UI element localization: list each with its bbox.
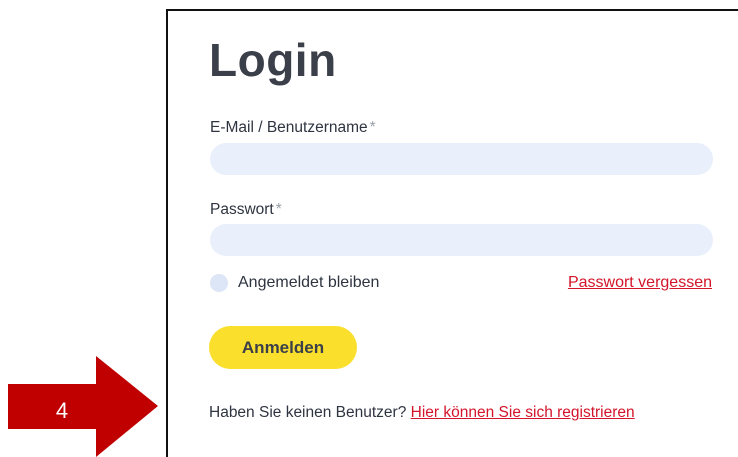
password-field[interactable] (210, 224, 713, 256)
email-label: E-Mail / Benutzername * (210, 119, 376, 137)
remember-me-option[interactable]: Angemeldet bleiben (210, 274, 379, 292)
register-prompt: Haben Sie keinen Benutzer? Hier können S… (209, 404, 635, 422)
register-link[interactable]: Hier können Sie sich registrieren (411, 404, 635, 421)
password-label-text: Passwort (210, 201, 274, 218)
email-field[interactable] (210, 143, 713, 175)
email-required-mark: * (369, 119, 376, 136)
password-label: Passwort * (210, 201, 282, 219)
login-screenshot-frame: Login E-Mail / Benutzername * Passwort * A… (166, 9, 738, 457)
remember-me-radio[interactable] (210, 274, 228, 292)
remember-me-label: Angemeldet bleiben (238, 274, 380, 291)
step-number: 4 (55, 398, 69, 423)
email-label-text: E-Mail / Benutzername (210, 119, 368, 136)
login-button[interactable]: Anmelden (209, 326, 357, 369)
page-title: Login (209, 34, 337, 86)
password-required-mark: * (275, 201, 282, 218)
tutorial-stage: Login E-Mail / Benutzername * Passwort * A… (0, 0, 738, 457)
register-prompt-text: Haben Sie keinen Benutzer? (209, 404, 407, 421)
forgot-password-link[interactable]: Passwort vergessen (568, 274, 712, 292)
